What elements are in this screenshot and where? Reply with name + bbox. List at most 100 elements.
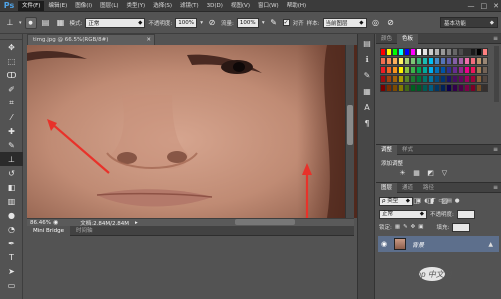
properties-panel-icon[interactable]: ℹ	[359, 52, 375, 66]
color-swatch[interactable]	[458, 66, 464, 74]
layer-kind-select[interactable]: ρ 类型 ◆	[379, 196, 413, 206]
crop-tool-icon[interactable]: ⌗	[0, 96, 23, 110]
color-swatch[interactable]	[434, 66, 440, 74]
color-swatch[interactable]	[464, 75, 470, 83]
menu-item[interactable]: 滤镜(T)	[176, 1, 203, 11]
color-swatch[interactable]	[398, 66, 404, 74]
adjustment-icon[interactable]: ▦	[412, 169, 421, 178]
vertical-scrollbar[interactable]	[345, 45, 354, 218]
color-swatch[interactable]	[434, 48, 440, 56]
brush-size-icon[interactable]: ●	[24, 16, 37, 29]
fill-input[interactable]	[452, 222, 471, 232]
lock-position-icon[interactable]: ✥	[411, 224, 416, 230]
brush-panel-icon[interactable]: ▤	[40, 17, 52, 29]
tab-mini-bridge[interactable]: Mini Bridge	[27, 226, 70, 236]
color-swatch[interactable]	[446, 57, 452, 65]
color-swatch[interactable]	[452, 66, 458, 74]
minimize-button[interactable]: —	[468, 2, 475, 10]
menu-item[interactable]: 编辑(E)	[44, 1, 71, 11]
status-menu-icon[interactable]: ▸	[135, 220, 138, 226]
history-panel-icon[interactable]: ▤	[359, 36, 375, 50]
color-swatch[interactable]	[422, 48, 428, 56]
lasso-tool-icon[interactable]: ↀ	[0, 68, 23, 82]
color-swatch[interactable]	[482, 84, 488, 92]
menu-item[interactable]: 帮助(H)	[283, 1, 310, 11]
color-swatch[interactable]	[380, 48, 386, 56]
lock-all-icon[interactable]: ▣	[418, 224, 423, 230]
color-swatch[interactable]	[440, 84, 446, 92]
adjustment-icon[interactable]: ◩	[426, 169, 435, 178]
swatches-scrollbar[interactable]	[494, 46, 499, 102]
color-swatch[interactable]	[464, 84, 470, 92]
color-swatch[interactable]	[476, 48, 482, 56]
color-swatch[interactable]	[434, 57, 440, 65]
mode-select[interactable]: 正常 ◆	[85, 17, 146, 28]
tab-styles[interactable]: 样式	[397, 145, 418, 155]
tab-adjustments[interactable]: 调整	[376, 145, 398, 155]
tab-timeline[interactable]: 时间轴	[70, 226, 99, 236]
color-swatch[interactable]	[404, 48, 410, 56]
color-swatch[interactable]	[428, 48, 434, 56]
color-swatch[interactable]	[422, 84, 428, 92]
color-swatch[interactable]	[386, 84, 392, 92]
color-swatch[interactable]	[452, 57, 458, 65]
character-panel-icon[interactable]: A	[359, 100, 375, 114]
pen-tool-icon[interactable]: ✒	[0, 236, 23, 250]
maximize-button[interactable]: □	[481, 2, 488, 10]
tab-layers[interactable]: 图层	[376, 183, 398, 193]
color-swatch[interactable]	[470, 66, 476, 74]
color-swatch[interactable]	[452, 48, 458, 56]
type-tool-icon[interactable]: T	[0, 250, 23, 264]
color-swatch[interactable]	[440, 57, 446, 65]
color-swatch[interactable]	[428, 57, 434, 65]
menu-item[interactable]: 图层(L)	[96, 1, 122, 11]
color-swatch[interactable]	[392, 48, 398, 56]
ignore-adjustment-layers-icon[interactable]: ◎	[370, 17, 382, 29]
color-swatch[interactable]	[410, 48, 416, 56]
color-swatch[interactable]	[380, 57, 386, 65]
color-swatch[interactable]	[422, 57, 428, 65]
blend-mode-select[interactable]: 正常 ◆	[379, 209, 427, 219]
panel-menu-icon[interactable]: ≡	[493, 145, 498, 155]
brush-presets-icon[interactable]: ▦	[359, 84, 375, 98]
color-swatch[interactable]	[464, 57, 470, 65]
color-swatch[interactable]	[398, 48, 404, 56]
color-swatch[interactable]	[386, 75, 392, 83]
color-swatch[interactable]	[476, 66, 482, 74]
filter-smart-icon[interactable]: ▤	[447, 198, 452, 204]
color-swatch[interactable]	[458, 84, 464, 92]
color-swatch[interactable]	[392, 75, 398, 83]
color-swatch[interactable]	[416, 57, 422, 65]
path-selection-tool-icon[interactable]: ➤	[0, 264, 23, 278]
color-swatch[interactable]	[476, 84, 482, 92]
history-brush-tool-icon[interactable]: ↺	[0, 166, 23, 180]
color-swatch[interactable]	[470, 57, 476, 65]
adjustment-icon[interactable]: ☀	[398, 169, 407, 178]
airbrush-icon[interactable]: ✎	[268, 17, 280, 29]
color-swatch[interactable]	[440, 66, 446, 74]
color-swatch[interactable]	[398, 75, 404, 83]
color-swatch[interactable]	[452, 75, 458, 83]
tab-color[interactable]: 颜色	[376, 34, 397, 44]
blur-tool-icon[interactable]: ●	[0, 208, 23, 222]
clone-source-icon[interactable]: ▦	[55, 17, 67, 29]
paragraph-panel-icon[interactable]: ¶	[359, 116, 375, 130]
visibility-eye-icon[interactable]: ◉	[378, 240, 390, 248]
workspace-switcher[interactable]: 基本功能 ◆	[440, 17, 498, 28]
color-swatch[interactable]	[380, 66, 386, 74]
sample-select[interactable]: 当前图层 ◆	[322, 17, 367, 28]
close-button[interactable]: ✕	[493, 2, 499, 10]
color-swatch[interactable]	[464, 48, 470, 56]
color-swatch[interactable]	[404, 66, 410, 74]
color-swatch[interactable]	[470, 84, 476, 92]
panel-menu-icon[interactable]: ≡	[493, 34, 498, 44]
color-swatch[interactable]	[398, 84, 404, 92]
color-swatch[interactable]	[446, 66, 452, 74]
adjustment-icon[interactable]: ▽	[440, 169, 449, 178]
filter-toggle-icon[interactable]: ●	[455, 198, 460, 204]
pressure-opacity-icon[interactable]: ⊘	[206, 17, 218, 29]
horizontal-scroll-thumb[interactable]	[235, 219, 295, 225]
color-swatch[interactable]	[404, 75, 410, 83]
gradient-tool-icon[interactable]: ▥	[0, 194, 23, 208]
color-swatch[interactable]	[482, 66, 488, 74]
